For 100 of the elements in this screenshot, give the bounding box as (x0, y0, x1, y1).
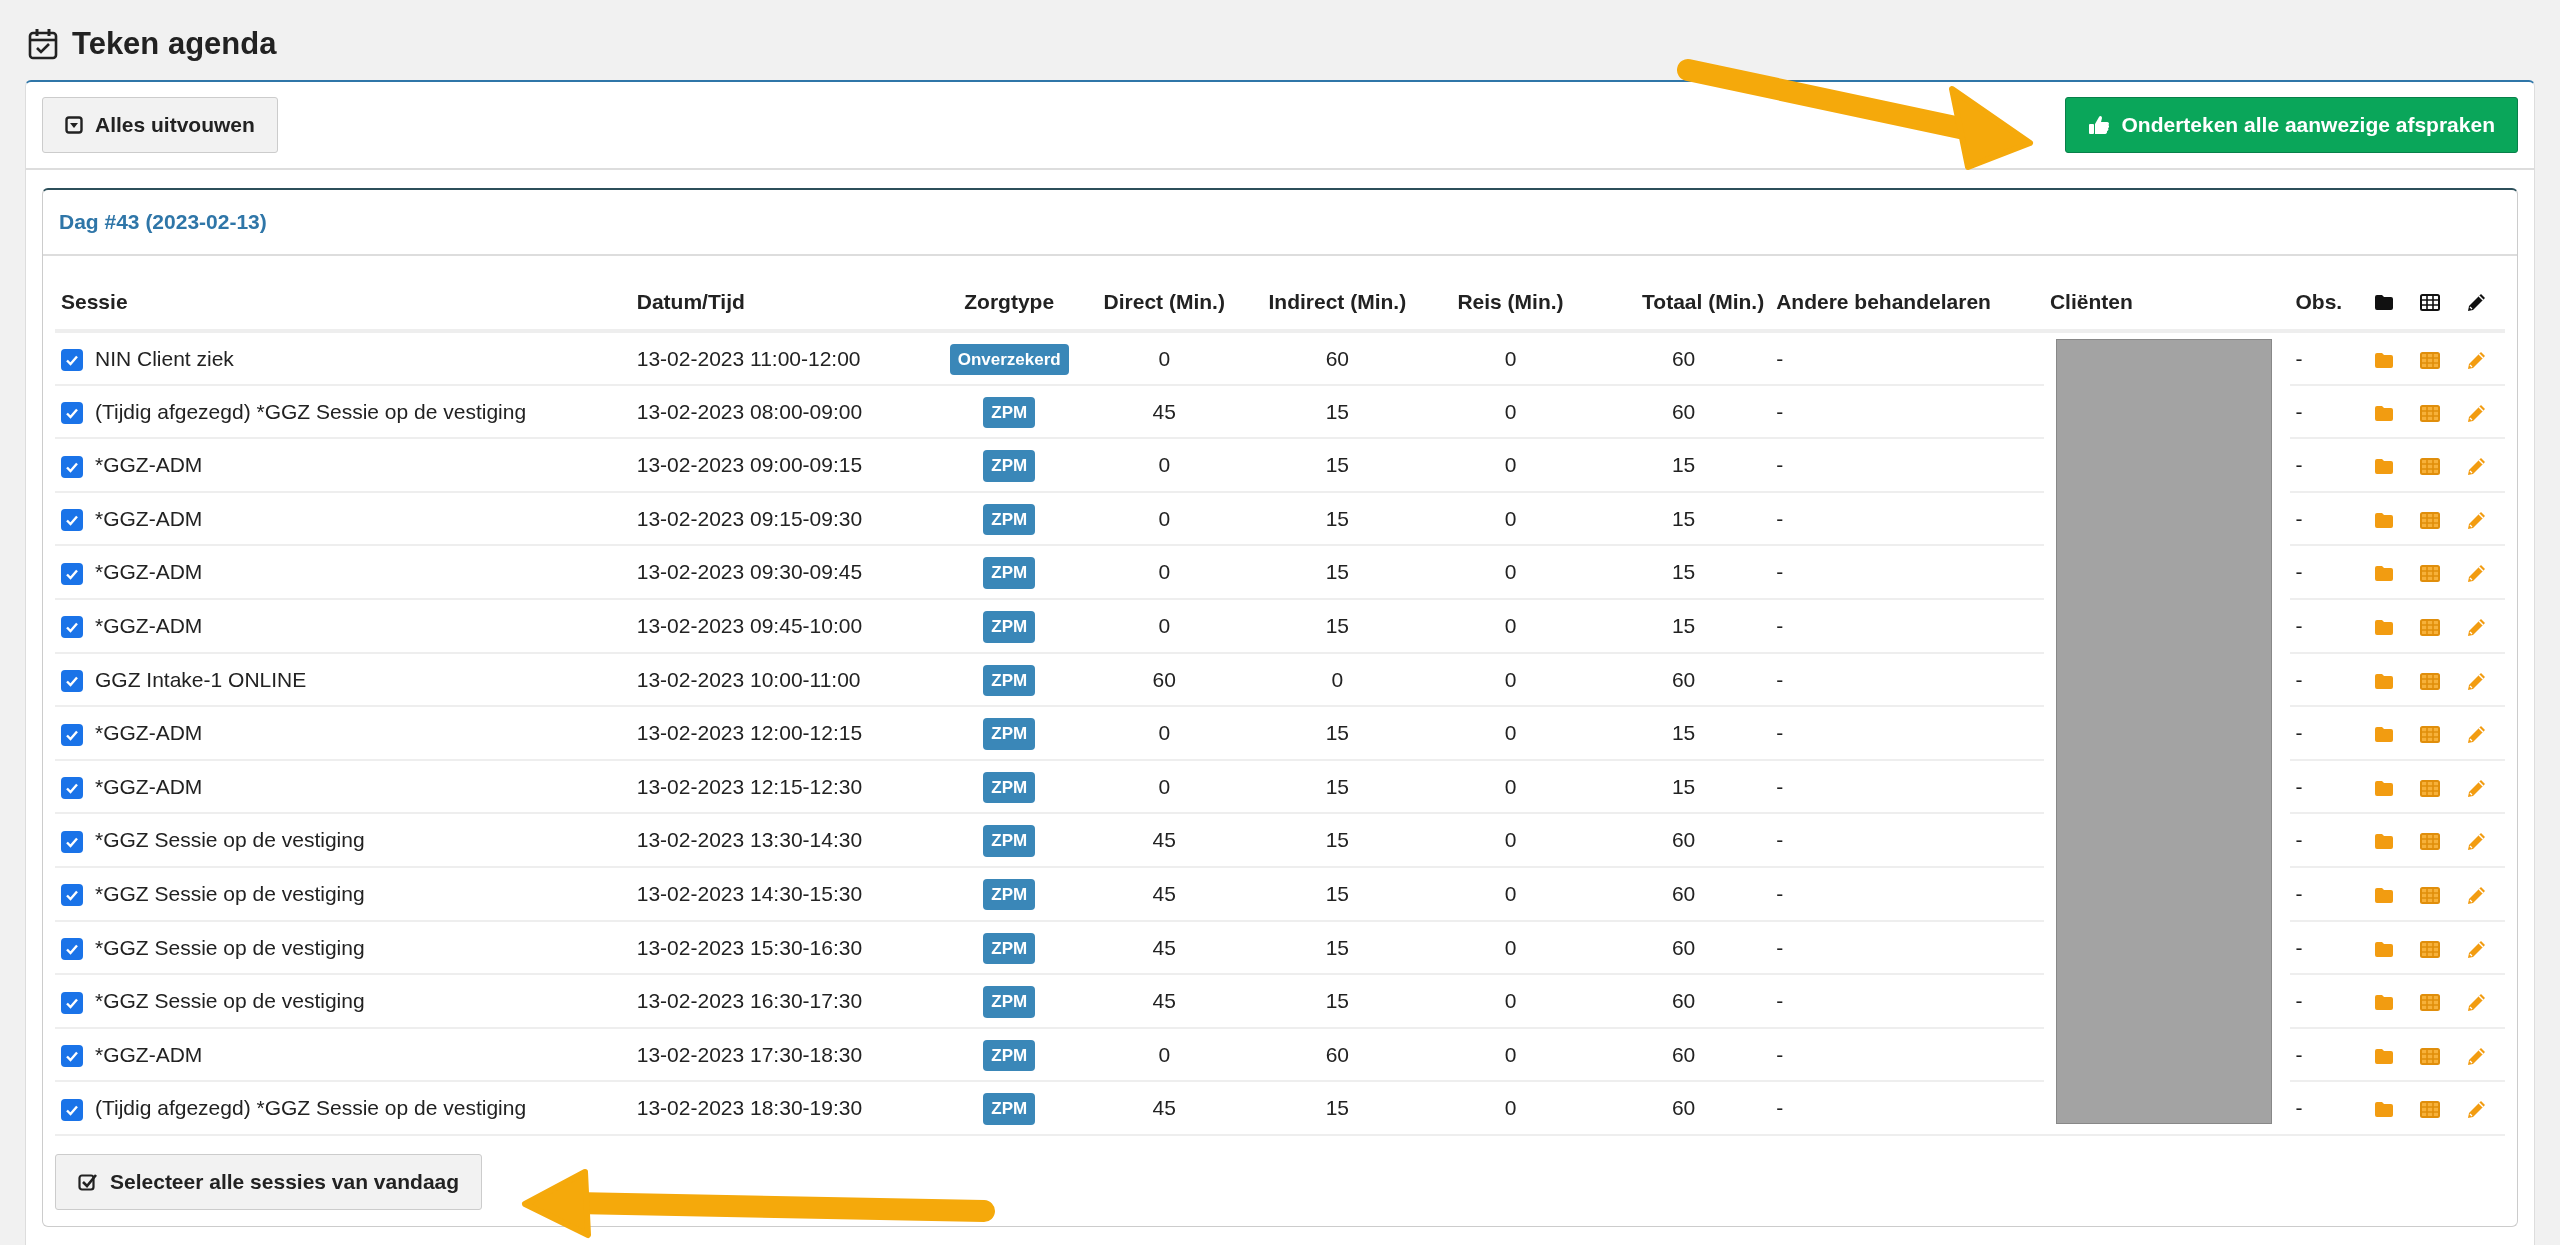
table-icon[interactable] (2420, 404, 2441, 422)
table-cell: 60 (1671, 1042, 1696, 1066)
table-cell: 45 (1152, 828, 1176, 852)
checkbox[interactable] (61, 723, 83, 746)
checkbox[interactable] (61, 670, 83, 693)
table-cell: 15 (1325, 614, 1349, 637)
care-type-badge: ZPM (983, 879, 1036, 911)
checkbox[interactable] (61, 455, 83, 478)
checkbox[interactable] (61, 884, 83, 907)
table-cell: 15 (1325, 399, 1349, 423)
table-icon[interactable] (2420, 565, 2441, 583)
session-name: *GGZ-ADM (95, 560, 203, 584)
pencil-icon[interactable] (2466, 993, 2486, 1013)
checkbox[interactable] (61, 1098, 83, 1121)
folder-icon[interactable] (2374, 1101, 2395, 1119)
folder-icon[interactable] (2374, 833, 2395, 851)
table-cell: 15 (1325, 882, 1349, 905)
checkbox[interactable] (61, 830, 83, 853)
care-type-badge: ZPM (983, 503, 1036, 536)
pencil-icon[interactable] (2466, 778, 2486, 798)
pencil-icon[interactable] (2466, 403, 2486, 423)
folder-icon[interactable] (2374, 511, 2395, 529)
folder-icon[interactable] (2374, 726, 2395, 744)
folder-icon[interactable] (2374, 672, 2395, 690)
table-cell: 13-02-2023 12:15-12:30 (636, 774, 863, 798)
table-icon[interactable] (2420, 940, 2441, 958)
table-cell: 60 (1671, 667, 1696, 691)
table-cell: 60 (1671, 935, 1696, 959)
care-type-badge: ZPM (983, 611, 1036, 643)
table-cell: 60 (1671, 1096, 1696, 1120)
checkbox[interactable] (61, 509, 83, 532)
pencil-icon[interactable] (2466, 617, 2486, 637)
column-header: Andere behandelaren (1770, 273, 2044, 331)
table-cell: 13-02-2023 12:00-12:15 (636, 721, 863, 745)
table-icon[interactable] (2420, 351, 2441, 369)
checkbox[interactable] (61, 616, 83, 639)
table-cell: 0 (1504, 721, 1517, 745)
table-cell: - (1776, 989, 1784, 1013)
session-name: (Tijdig afgezegd) *GGZ Sessie op de vestiging (95, 399, 527, 423)
table-cell: - (1776, 935, 1784, 959)
table-icon[interactable] (2420, 779, 2441, 797)
table-cell: 0 (1504, 614, 1517, 637)
table-icon (2420, 294, 2441, 312)
table-cell: 0 (1504, 989, 1517, 1013)
select-all-sessions-button[interactable]: Selecteer alle sessies van vandaag (55, 1154, 483, 1210)
table-cell: 13-02-2023 09:45-10:00 (636, 614, 863, 637)
table-cell: 45 (1152, 399, 1176, 423)
table-icon[interactable] (2420, 458, 2441, 476)
pencil-icon[interactable] (2466, 1100, 2486, 1120)
table-icon[interactable] (2420, 1101, 2441, 1119)
pencil-icon[interactable] (2466, 1046, 2486, 1066)
checkbox[interactable] (61, 349, 83, 371)
folder-icon[interactable] (2374, 994, 2395, 1012)
table-cell: 15 (1325, 1096, 1349, 1120)
expand-all-button[interactable]: Alles uitvouwen (42, 97, 278, 153)
pencil-icon[interactable] (2466, 350, 2486, 370)
checkbox[interactable] (61, 1045, 83, 1068)
table-cell: 13-02-2023 08:00-09:00 (636, 399, 863, 423)
folder-icon[interactable] (2374, 1047, 2395, 1065)
table-cell: - (2295, 989, 2303, 1013)
table-cell: - (2295, 506, 2303, 530)
table-cell: 15 (1671, 721, 1696, 745)
pencil-icon[interactable] (2466, 510, 2486, 530)
table-cell: 60 (1671, 828, 1696, 852)
table-icon[interactable] (2420, 886, 2441, 904)
checkbox[interactable] (61, 777, 83, 800)
pencil-icon[interactable] (2466, 564, 2486, 584)
folder-icon[interactable] (2374, 940, 2395, 958)
pencil-icon[interactable] (2466, 725, 2486, 745)
checkbox[interactable] (61, 991, 83, 1014)
table-cell: 0 (1504, 774, 1517, 798)
folder-icon[interactable] (2374, 351, 2395, 369)
table-cell: - (2295, 882, 2303, 905)
table-icon[interactable] (2420, 672, 2441, 690)
folder-icon[interactable] (2374, 618, 2395, 636)
pencil-icon[interactable] (2466, 457, 2486, 477)
table-icon[interactable] (2420, 618, 2441, 636)
folder-icon[interactable] (2374, 458, 2395, 476)
table-icon[interactable] (2420, 726, 2441, 744)
table-icon[interactable] (2420, 1047, 2441, 1065)
pencil-icon[interactable] (2466, 939, 2486, 959)
pencil-icon[interactable] (2466, 885, 2486, 905)
checkbox[interactable] (61, 402, 83, 425)
pencil-icon[interactable] (2466, 671, 2486, 691)
folder-icon[interactable] (2374, 404, 2395, 422)
day-card-header[interactable]: Dag #43 (2023-02-13) (43, 190, 2517, 256)
checkbox[interactable] (61, 562, 83, 585)
folder-icon[interactable] (2374, 565, 2395, 583)
care-type-badge: ZPM (983, 771, 1036, 804)
pencil-icon[interactable] (2466, 832, 2486, 852)
folder-icon[interactable] (2374, 886, 2395, 904)
checkbox[interactable] (61, 938, 83, 961)
table-icon[interactable] (2420, 511, 2441, 529)
table-icon[interactable] (2420, 833, 2441, 851)
care-type-badge: ZPM (983, 664, 1036, 697)
table-cell: - (1776, 828, 1784, 852)
table-cell: - (2295, 453, 2303, 477)
folder-icon[interactable] (2374, 779, 2395, 797)
table-icon[interactable] (2420, 994, 2441, 1012)
table-cell: 0 (1504, 935, 1517, 959)
